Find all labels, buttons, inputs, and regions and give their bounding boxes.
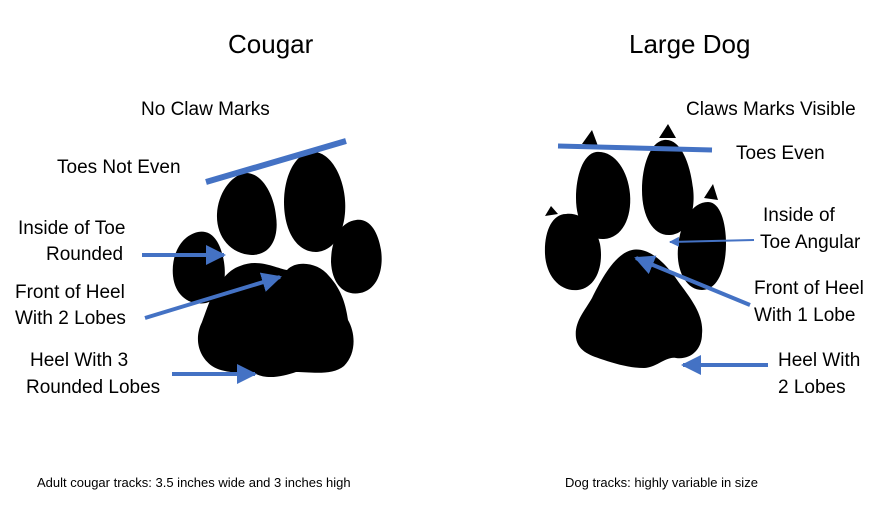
cougar-title: Cougar (228, 29, 314, 59)
dog-toes-label: Toes Even (736, 143, 825, 164)
dog-claw-4 (545, 206, 558, 216)
dog-front-heel-label-2: With 1 Lobe (754, 305, 856, 326)
cougar-front-heel-label-2: With 2 Lobes (15, 308, 126, 329)
cougar-no-claw-label: No Claw Marks (141, 99, 270, 120)
cougar-heel-label-2: Rounded Lobes (26, 377, 161, 398)
dog-inside-toe-label-2: Toe Angular (760, 232, 861, 253)
dog-title: Large Dog (629, 29, 751, 59)
cougar-front-heel-label-1: Front of Heel (15, 282, 125, 303)
dog-footnote: Dog tracks: highly variable in size (565, 475, 758, 490)
dog-heel-label-2: 2 Lobes (778, 377, 846, 398)
track-comparison-diagram: Cougar No Claw Marks Toes Not Even Insid… (0, 0, 893, 516)
dog-claw-1 (582, 130, 598, 146)
cougar-footnote: Adult cougar tracks: 3.5 inches wide and… (37, 475, 351, 490)
dog-inside-toe-label-1: Inside of (763, 205, 835, 226)
cougar-inside-toe-label-1: Inside of Toe (18, 218, 126, 239)
cougar-toe-inner (216, 172, 277, 255)
dog-toes-line (557, 143, 713, 153)
cougar-inside-toe-label-2: Rounded (46, 244, 124, 265)
dog-front-heel-label-1: Front of Heel (754, 278, 864, 299)
dog-heel-label-1: Heel With (778, 350, 861, 371)
dog-paw-print (544, 124, 726, 368)
dog-claw-3 (704, 184, 718, 200)
cougar-heel-label-1: Heel With 3 (30, 350, 129, 371)
dog-claw-2 (659, 124, 676, 138)
cougar-toes-label: Toes Not Even (57, 157, 181, 178)
dog-claws-label: Claws Marks Visible (686, 99, 856, 120)
cougar-paw-print (172, 151, 382, 378)
paw-print-artwork (142, 124, 768, 384)
